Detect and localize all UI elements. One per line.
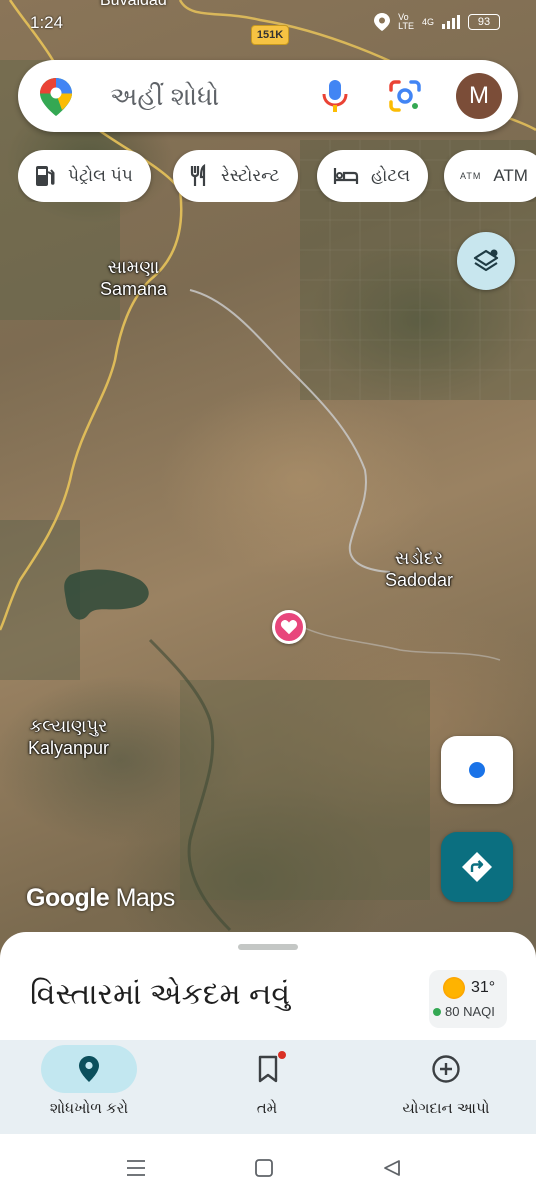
place-label-sadodar[interactable]: સડોદર Sadodar	[385, 547, 453, 591]
nav-label: શોધખોળ કરો	[49, 1100, 129, 1117]
weather-temperature: 31°	[471, 979, 496, 996]
home-square-icon	[255, 1159, 273, 1177]
nav-label: તમે	[256, 1100, 278, 1117]
nav-explore[interactable]: શોધખોળ કરો	[0, 1040, 178, 1134]
chip-hotel[interactable]: હોટલ	[317, 150, 429, 202]
weather-chip[interactable]: 31° 80 NAQI	[429, 970, 507, 1028]
place-label-native: કલ્યાણપુર	[29, 716, 108, 736]
place-label-english: Samana	[100, 279, 168, 299]
sun-icon	[443, 977, 465, 999]
network-type-icon: 4G	[421, 16, 434, 27]
google-maps-watermark: Google Maps	[26, 884, 175, 912]
place-label-native: સામણા	[107, 257, 160, 277]
place-label-samana[interactable]: સામણા Samana	[100, 256, 167, 300]
place-label-kalyanpur[interactable]: કલ્યાણપુર Kalyanpur	[28, 715, 109, 759]
chip-restaurant[interactable]: રેસ્ટોરન્ટ	[173, 150, 298, 202]
account-avatar[interactable]: M	[456, 73, 502, 119]
battery-level: 93	[477, 16, 491, 28]
place-label-native: સડોદર	[394, 548, 444, 568]
volte-icon: Vo LTE	[398, 12, 414, 31]
aqi-status-dot	[433, 1008, 441, 1016]
layers-button[interactable]	[457, 232, 515, 290]
atm-icon: ATM	[460, 171, 482, 181]
notification-dot	[278, 1051, 286, 1059]
chip-label: પેટ્રોલ પંપ	[68, 166, 133, 185]
signal-strength-icon	[442, 15, 460, 29]
search-bar[interactable]: અહીં શોધો M	[18, 60, 518, 132]
chip-atm[interactable]: ATM ATM	[444, 150, 536, 202]
heart-icon	[280, 620, 298, 635]
status-bar: 1:24 Vo LTE 4G 93	[0, 0, 536, 44]
my-location-button[interactable]	[441, 736, 513, 804]
hotel-icon	[333, 168, 359, 184]
directions-button[interactable]	[441, 832, 513, 902]
chip-label: ATM	[493, 166, 528, 185]
my-location-icon	[461, 754, 493, 786]
battery-icon: 93	[468, 14, 500, 30]
status-time: 1:24	[30, 13, 64, 32]
google-lens-icon[interactable]	[387, 78, 423, 114]
nav-contribute[interactable]: યોગદાન આપો	[357, 1040, 535, 1134]
saved-bookmark-icon	[258, 1055, 278, 1083]
fuel-icon	[36, 166, 55, 186]
layers-icon	[473, 249, 499, 272]
sheet-title: વિસ્તારમાં એકદમ નવું	[30, 978, 291, 1011]
saved-place-heart-pin[interactable]	[272, 610, 306, 644]
search-input[interactable]: અહીં શોધો	[110, 81, 219, 113]
back-button[interactable]	[378, 1154, 406, 1182]
bottom-sheet[interactable]: વિસ્તારમાં એકદમ નવું 31° 80 NAQI	[0, 932, 536, 1042]
home-button[interactable]	[250, 1154, 278, 1182]
menu-lines-icon	[127, 1160, 145, 1176]
place-label-english: Sadodar	[385, 570, 454, 590]
system-navigation-bar	[0, 1134, 536, 1200]
contribute-plus-icon	[432, 1055, 460, 1083]
place-label-english: Kalyanpur	[28, 738, 110, 758]
nav-you[interactable]: તમે	[178, 1040, 356, 1134]
chip-petrol-pump[interactable]: પેટ્રોલ પંપ	[18, 150, 151, 202]
restaurant-icon	[190, 164, 206, 186]
status-icons: Vo LTE 4G 93	[374, 13, 500, 31]
chip-label: રેસ્ટોરન્ટ	[221, 166, 280, 185]
category-chips: પેટ્રોલ પંપ રેસ્ટોરન્ટ હોટલ ATM ATM	[18, 150, 536, 202]
nav-label: યોગદાન આપો	[402, 1100, 490, 1117]
bottom-navigation: શોધખોળ કરો તમે યોગદાન આપો	[0, 1040, 536, 1134]
avatar-letter: M	[469, 82, 489, 109]
location-status-icon	[374, 13, 391, 31]
recents-button[interactable]	[122, 1154, 150, 1182]
back-triangle-icon	[384, 1160, 400, 1176]
chip-label: હોટલ	[371, 166, 411, 185]
directions-icon	[462, 852, 492, 882]
google-maps-pin-icon	[40, 78, 72, 116]
weather-aqi: 80 NAQI	[445, 1004, 495, 1019]
explore-pin-icon	[79, 1056, 99, 1082]
mic-icon[interactable]	[318, 78, 352, 114]
sheet-drag-handle[interactable]	[238, 944, 298, 950]
